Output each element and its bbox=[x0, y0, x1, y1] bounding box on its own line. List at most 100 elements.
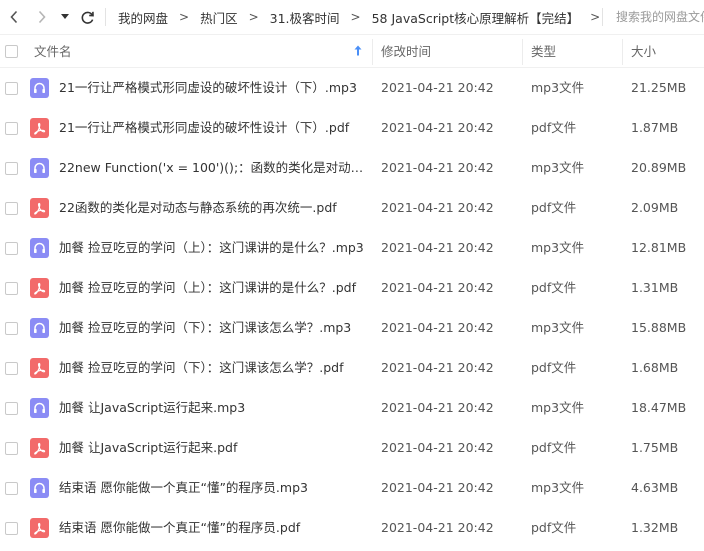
file-name[interactable]: 加餐 捡豆吃豆的学问（上）：这门课讲的是什么？.pdf bbox=[59, 268, 365, 308]
file-checkbox[interactable] bbox=[5, 282, 18, 295]
navigation-bar: 我的网盘 > 热门区 > 31.极客时间 > 58 JavaScript核心原理… bbox=[0, 0, 704, 34]
file-checkbox[interactable] bbox=[5, 362, 18, 375]
file-modified-time: 2021-04-21 20:42 bbox=[381, 200, 494, 215]
file-checkbox[interactable] bbox=[5, 482, 18, 495]
file-modified-time: 2021-04-21 20:42 bbox=[381, 80, 494, 95]
forward-button[interactable] bbox=[31, 6, 53, 28]
file-type: pdf文件 bbox=[531, 360, 577, 375]
audio-file-icon bbox=[30, 478, 49, 498]
file-name[interactable]: 加餐 捡豆吃豆的学问（下）：这门课该怎么学？.mp3 bbox=[59, 308, 365, 348]
file-size: 21.25MB bbox=[631, 80, 687, 95]
file-checkbox[interactable] bbox=[5, 402, 18, 415]
file-name[interactable]: 加餐 让JavaScript运行起来.mp3 bbox=[59, 388, 365, 428]
file-modified-time: 2021-04-21 20:42 bbox=[381, 520, 494, 535]
file-size: 1.68MB bbox=[631, 360, 679, 375]
pdf-file-icon bbox=[30, 198, 49, 218]
file-row[interactable]: 加餐 让JavaScript运行起来.pdf 2021-04-21 20:42 pd… bbox=[0, 428, 704, 468]
file-modified-time: 2021-04-21 20:42 bbox=[381, 240, 494, 255]
refresh-icon bbox=[80, 10, 95, 25]
back-button[interactable] bbox=[3, 6, 25, 28]
search-input[interactable] bbox=[610, 4, 704, 30]
file-checkbox[interactable] bbox=[5, 162, 18, 175]
file-size: 1.31MB bbox=[631, 280, 679, 295]
audio-file-icon bbox=[30, 78, 49, 98]
file-row[interactable]: 22函数的类化是对动态与静态系统的再次统一.pdf 2021-04-21 20:4… bbox=[0, 188, 704, 228]
file-modified-time: 2021-04-21 20:42 bbox=[381, 360, 494, 375]
file-row[interactable]: 加餐 捡豆吃豆的学问（上）：这门课讲的是什么？.mp3 2021-04-21 20… bbox=[0, 228, 704, 268]
file-name[interactable]: 21一行让严格模式形同虚设的破坏性设计（下）.pdf bbox=[59, 108, 365, 148]
file-size: 18.47MB bbox=[631, 400, 687, 415]
file-checkbox[interactable] bbox=[5, 322, 18, 335]
file-size: 1.75MB bbox=[631, 440, 679, 455]
breadcrumb-separator-icon: > bbox=[350, 10, 361, 24]
column-header-name[interactable]: 文件名 bbox=[34, 35, 72, 68]
file-size: 20.89MB bbox=[631, 160, 687, 175]
file-checkbox[interactable] bbox=[5, 522, 18, 535]
file-row[interactable]: 结束语 愿你能做一个真正“懂”的程序员.pdf 2021-04-21 20:42 p… bbox=[0, 508, 704, 548]
file-row[interactable]: 结束语 愿你能做一个真正“懂”的程序员.mp3 2021-04-21 20:42 m… bbox=[0, 468, 704, 508]
file-checkbox[interactable] bbox=[5, 122, 18, 135]
file-row[interactable]: 加餐 捡豆吃豆的学问（上）：这门课讲的是什么？.pdf 2021-04-21 20… bbox=[0, 268, 704, 308]
file-list: 21一行让严格模式形同虚设的破坏性设计（下）.mp3 2021-04-21 20:… bbox=[0, 68, 704, 548]
chevron-right-icon bbox=[37, 10, 47, 24]
column-header-modified[interactable]: 修改时间 bbox=[381, 35, 431, 68]
column-header-type[interactable]: 类型 bbox=[531, 35, 556, 68]
audio-file-icon bbox=[30, 398, 49, 418]
refresh-button[interactable] bbox=[76, 6, 98, 28]
column-header-size[interactable]: 大小 bbox=[631, 35, 656, 68]
file-type: mp3文件 bbox=[531, 320, 585, 335]
pdf-file-icon bbox=[30, 118, 49, 138]
pdf-file-icon bbox=[30, 358, 49, 378]
file-checkbox[interactable] bbox=[5, 242, 18, 255]
chevron-left-icon bbox=[9, 10, 19, 24]
file-row[interactable]: 加餐 捡豆吃豆的学问（下）：这门课该怎么学？.pdf 2021-04-21 20:… bbox=[0, 348, 704, 388]
history-dropdown-button[interactable] bbox=[57, 6, 73, 28]
pdf-file-icon bbox=[30, 278, 49, 298]
file-type: pdf文件 bbox=[531, 280, 577, 295]
file-modified-time: 2021-04-21 20:42 bbox=[381, 320, 494, 335]
search-divider bbox=[602, 8, 603, 26]
file-size: 1.87MB bbox=[631, 120, 679, 135]
file-name[interactable]: 22函数的类化是对动态与静态系统的再次统一.pdf bbox=[59, 188, 365, 228]
file-name[interactable]: 加餐 捡豆吃豆的学问（下）：这门课该怎么学？.pdf bbox=[59, 348, 365, 388]
file-type: mp3文件 bbox=[531, 240, 585, 255]
file-checkbox[interactable] bbox=[5, 82, 18, 95]
file-name[interactable]: 结束语 愿你能做一个真正“懂”的程序员.pdf bbox=[59, 508, 365, 548]
file-modified-time: 2021-04-21 20:42 bbox=[381, 400, 494, 415]
file-row[interactable]: 21一行让严格模式形同虚设的破坏性设计（下）.mp3 2021-04-21 20:… bbox=[0, 68, 704, 108]
file-modified-time: 2021-04-21 20:42 bbox=[381, 120, 494, 135]
file-checkbox[interactable] bbox=[5, 442, 18, 455]
breadcrumb-item-current-folder[interactable]: 58 JavaScript核心原理解析【完结】 bbox=[372, 8, 580, 27]
file-size: 15.88MB bbox=[631, 320, 687, 335]
breadcrumb-item-geektime[interactable]: 31.极客时间 bbox=[270, 8, 340, 27]
file-name[interactable]: 加餐 捡豆吃豆的学问（上）：这门课讲的是什么？.mp3 bbox=[59, 228, 365, 268]
column-divider bbox=[522, 39, 523, 65]
file-type: mp3文件 bbox=[531, 160, 585, 175]
file-type: pdf文件 bbox=[531, 440, 577, 455]
file-modified-time: 2021-04-21 20:42 bbox=[381, 280, 494, 295]
column-divider bbox=[622, 39, 623, 65]
sort-ascending-icon[interactable] bbox=[354, 45, 362, 59]
file-row[interactable]: 加餐 捡豆吃豆的学问（下）：这门课该怎么学？.mp3 2021-04-21 20:… bbox=[0, 308, 704, 348]
caret-down-icon bbox=[61, 14, 69, 20]
nav-divider bbox=[105, 8, 106, 26]
file-row[interactable]: 加餐 让JavaScript运行起来.mp3 2021-04-21 20:42 mp… bbox=[0, 388, 704, 428]
file-size: 1.32MB bbox=[631, 520, 679, 535]
file-name[interactable]: 21一行让严格模式形同虚设的破坏性设计（下）.mp3 bbox=[59, 68, 365, 108]
breadcrumb-separator-icon: > bbox=[179, 10, 190, 24]
file-type: mp3文件 bbox=[531, 400, 585, 415]
file-row[interactable]: 22new Function('x = 100')();：函数的类化是对动态与静… bbox=[0, 148, 704, 188]
file-name[interactable]: 结束语 愿你能做一个真正“懂”的程序员.mp3 bbox=[59, 468, 365, 508]
audio-file-icon bbox=[30, 238, 49, 258]
file-checkbox[interactable] bbox=[5, 202, 18, 215]
select-all-checkbox[interactable] bbox=[5, 45, 18, 58]
file-name[interactable]: 22new Function('x = 100')();：函数的类化是对动态与静… bbox=[59, 148, 365, 188]
file-name[interactable]: 加餐 让JavaScript运行起来.pdf bbox=[59, 428, 365, 468]
file-type: pdf文件 bbox=[531, 120, 577, 135]
file-row[interactable]: 21一行让严格模式形同虚设的破坏性设计（下）.pdf 2021-04-21 20:… bbox=[0, 108, 704, 148]
breadcrumb-item-my-drive[interactable]: 我的网盘 bbox=[118, 8, 168, 27]
file-size: 12.81MB bbox=[631, 240, 687, 255]
breadcrumb-item-hot-zone[interactable]: 热门区 bbox=[200, 8, 238, 27]
file-modified-time: 2021-04-21 20:42 bbox=[381, 480, 494, 495]
column-divider bbox=[372, 39, 373, 65]
